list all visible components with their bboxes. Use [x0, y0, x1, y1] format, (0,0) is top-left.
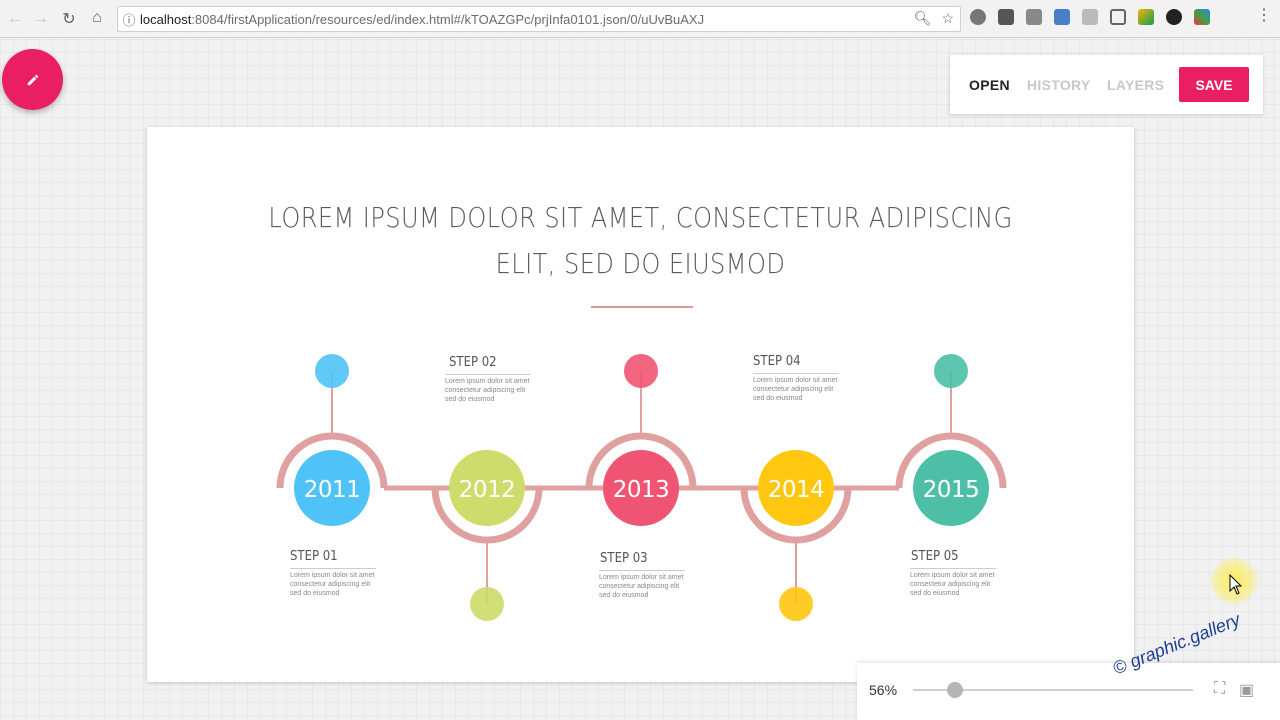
- step-text-line: Lorem ipsum dolor sit amet: [599, 574, 684, 581]
- extension-jb-icon[interactable]: [1026, 9, 1042, 25]
- slide-canvas[interactable]: LOREM IPSUM DOLOR SIT AMET, CONSECTETUR …: [147, 127, 1134, 682]
- step-label-4[interactable]: STEP 04: [753, 354, 801, 369]
- year-label-1[interactable]: 2011: [304, 477, 361, 503]
- step-text-line: Lorem ipsum dolor sit amet: [910, 572, 995, 579]
- step-icon-3[interactable]: [624, 354, 658, 388]
- zoom-slider-thumb[interactable]: [947, 682, 963, 698]
- year-label-3[interactable]: 2013: [613, 477, 670, 503]
- extension-dark-icon[interactable]: [1166, 9, 1182, 25]
- step-icon-1[interactable]: [315, 354, 349, 388]
- step-label-3[interactable]: STEP 03: [600, 551, 648, 566]
- reload-icon[interactable]: ↻: [56, 6, 82, 32]
- step-text-line: Lorem ipsum dolor sit amet: [753, 377, 838, 384]
- step-text-1[interactable]: Lorem ipsum dolor sit amet consectetur a…: [290, 571, 385, 598]
- extension-x-icon[interactable]: [1194, 9, 1210, 25]
- year-label-4[interactable]: 2014: [768, 477, 825, 503]
- home-icon[interactable]: ⌂: [84, 5, 110, 31]
- step-rule-1: [290, 568, 376, 569]
- step-text-line: sed do eiusmod: [910, 590, 960, 597]
- editor-toolbar: OPEN HISTORY LAYERS SAVE: [950, 55, 1263, 114]
- step-rule-5: [910, 568, 996, 569]
- step-text-2[interactable]: Lorem ipsum dolor sit amet consectetur a…: [445, 377, 540, 404]
- menu-icon[interactable]: ⋮: [1256, 8, 1272, 24]
- step-text-line: sed do eiusmod: [753, 395, 803, 402]
- info-icon[interactable]: ⓘ: [118, 10, 140, 29]
- zoom-icon[interactable]: 🔍︎: [914, 10, 932, 27]
- step-text-line: sed do eiusmod: [599, 592, 649, 599]
- extension-hex-icon[interactable]: [1082, 9, 1098, 25]
- year-label-5[interactable]: 2015: [923, 477, 980, 503]
- mouse-cursor-icon: [1229, 574, 1243, 595]
- step-text-line: consectetur adipiscing elit: [753, 386, 834, 393]
- url-host: localhost: [140, 11, 192, 27]
- zoom-panel: 56% ⛶ ▣: [857, 663, 1280, 720]
- back-icon[interactable]: ←: [2, 6, 28, 32]
- step-rule-4: [753, 373, 839, 374]
- step-text-line: sed do eiusmod: [290, 590, 340, 597]
- open-button[interactable]: OPEN: [969, 77, 1010, 93]
- layers-button[interactable]: LAYERS: [1107, 77, 1164, 93]
- step-text-line: consectetur adipiscing elit: [445, 387, 526, 394]
- step-text-3[interactable]: Lorem ipsum dolor sit amet consectetur a…: [599, 573, 694, 600]
- extension-gear-icon[interactable]: [970, 9, 986, 25]
- step-text-line: consectetur adipiscing elit: [599, 583, 680, 590]
- step-text-5[interactable]: Lorem ipsum dolor sit amet consectetur a…: [910, 571, 1005, 598]
- year-label-2[interactable]: 2012: [459, 477, 516, 503]
- extension-lock-icon[interactable]: [998, 9, 1014, 25]
- bookmark-star-icon[interactable]: ☆: [941, 10, 954, 27]
- step-rule-2: [445, 374, 531, 375]
- step-text-4[interactable]: Lorem ipsum dolor sit amet consectetur a…: [753, 376, 848, 403]
- extension-blue-icon[interactable]: [1054, 9, 1070, 25]
- step-icon-4[interactable]: [779, 587, 813, 621]
- step-text-line: Lorem ipsum dolor sit amet: [290, 572, 375, 579]
- browser-toolbar: ← → ↻ ⌂ ⓘ localhost:8084/firstApplicatio…: [0, 0, 1280, 38]
- save-button[interactable]: SAVE: [1179, 67, 1249, 102]
- step-text-line: consectetur adipiscing elit: [290, 581, 371, 588]
- history-button[interactable]: HISTORY: [1027, 77, 1091, 93]
- step-label-2[interactable]: STEP 02: [449, 355, 497, 370]
- step-icon-2[interactable]: [470, 587, 504, 621]
- edit-fab-button[interactable]: [2, 49, 63, 110]
- step-label-5[interactable]: STEP 05: [911, 549, 959, 564]
- pencil-icon: [27, 74, 38, 85]
- cast-icon[interactable]: [1110, 9, 1126, 25]
- forward-icon[interactable]: →: [28, 6, 54, 32]
- step-icon-5[interactable]: [934, 354, 968, 388]
- url-path: :8084/firstApplication/resources/ed/inde…: [191, 11, 705, 27]
- fit-screen-icon[interactable]: ▣: [1239, 680, 1254, 700]
- step-text-line: sed do eiusmod: [445, 396, 495, 403]
- extension-chart-icon[interactable]: [1138, 9, 1154, 25]
- step-text-line: Lorem ipsum dolor sit amet: [445, 378, 530, 385]
- step-rule-3: [599, 570, 685, 571]
- step-label-1[interactable]: STEP 01: [290, 549, 338, 564]
- address-bar[interactable]: ⓘ localhost:8084/firstApplication/resour…: [117, 6, 961, 32]
- step-text-line: consectetur adipiscing elit: [910, 581, 991, 588]
- fullscreen-icon[interactable]: ⛶: [1214, 680, 1225, 698]
- zoom-percent: 56%: [869, 682, 898, 698]
